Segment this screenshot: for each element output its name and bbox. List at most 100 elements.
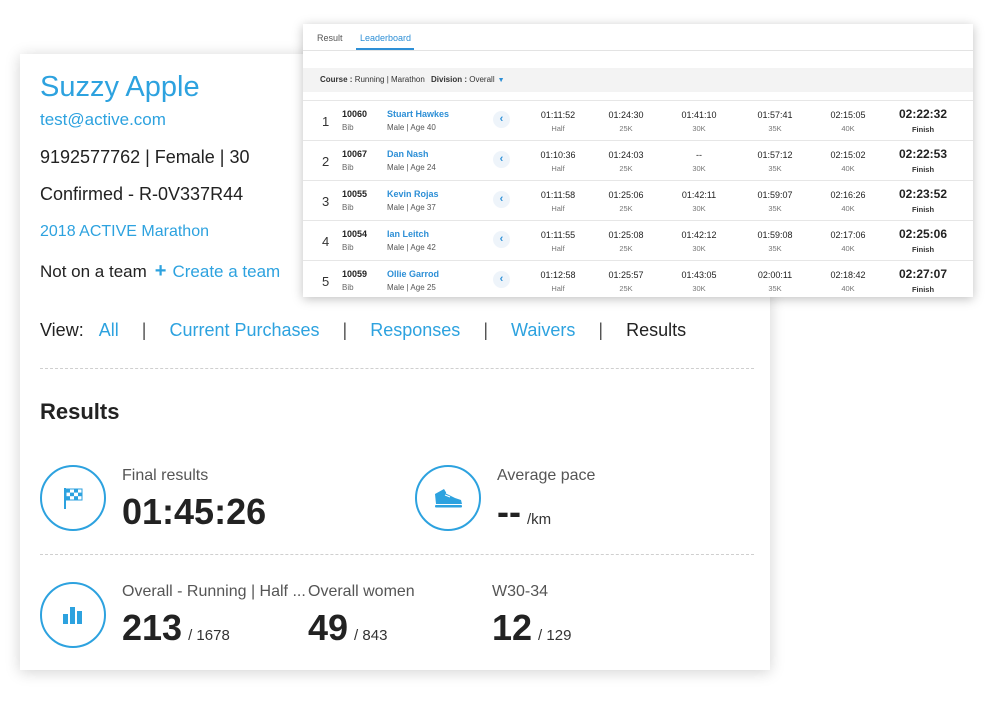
row-bib-label: Bib [342, 203, 354, 212]
pace-unit: /km [526, 511, 552, 528]
split-40k: 02:17:06 [830, 230, 866, 240]
split-half-label: Half [551, 124, 565, 133]
view-waivers-link[interactable]: Waivers [511, 320, 575, 340]
split-half: 01:11:55 [540, 230, 576, 240]
split-25k: 01:25:08 [608, 230, 644, 240]
ranking-women-value: 49 / 843 [308, 607, 387, 649]
finish-time: 02:27:07 [898, 267, 948, 281]
row-runner-name[interactable]: Kevin Rojas [387, 189, 439, 199]
split-30k: -- [696, 150, 702, 160]
average-pace-label: Average pace [497, 467, 596, 484]
row-runner-name[interactable]: Ian Leitch [387, 229, 429, 239]
tab-result[interactable]: Result [317, 33, 343, 43]
row-runner-meta: Male | Age 42 [387, 243, 436, 252]
row-runner-meta: Male | Age 25 [387, 283, 436, 292]
row-runner-name[interactable]: Ollie Garrod [387, 269, 439, 279]
split-30k: 01:43:05 [681, 270, 717, 280]
split-30k-label: 30K [692, 124, 706, 133]
finish-time: 02:23:52 [898, 187, 948, 201]
final-results-time: 01:45:26 [122, 491, 267, 532]
ranking-overall-label: Overall - Running | Half ... [122, 583, 306, 600]
divider [40, 554, 754, 555]
split-30k-label: 30K [692, 204, 706, 213]
participant-email[interactable]: test@active.com [40, 110, 166, 130]
split-40k-label: 40K [841, 204, 855, 213]
ranking-age-group-value: 12 / 129 [492, 607, 571, 649]
team-row: Not on a team + Create a team [40, 260, 280, 283]
split-40k: 02:15:05 [830, 110, 866, 120]
split-40k: 02:16:26 [830, 190, 866, 200]
split-25k: 01:25:06 [608, 190, 644, 200]
view-separator: | [141, 320, 147, 340]
split-40k-label: 40K [841, 164, 855, 173]
row-rank: 4 [322, 234, 330, 249]
split-half-label: Half [551, 284, 565, 293]
view-all-link[interactable]: All [99, 320, 119, 340]
view-responses-link[interactable]: Responses [370, 320, 460, 340]
ranking-women-label: Overall women [308, 583, 415, 600]
finish-label: Finish [911, 245, 935, 254]
split-35k: 01:59:08 [757, 230, 793, 240]
split-25k-label: 25K [619, 284, 633, 293]
split-40k: 02:18:42 [830, 270, 866, 280]
tab-leaderboard[interactable]: Leaderboard [360, 33, 411, 43]
split-25k-label: 25K [619, 244, 633, 253]
row-runner-name[interactable]: Stuart Hawkes [387, 109, 449, 119]
table-row[interactable]: 5 10059 Bib Ollie Garrod Male | Age 25 ‹ 01:12… [303, 260, 973, 301]
tab-bar: Result Leaderboard [303, 24, 973, 51]
table-row[interactable]: 2 10067 Bib Dan Nash Male | Age 24 ‹ 01:10:36 H… [303, 140, 973, 181]
table-row[interactable]: 4 10054 Bib Ian Leitch Male | Age 42 ‹ 01:11:5… [303, 220, 973, 261]
chevron-left-icon[interactable]: ‹ [493, 231, 510, 248]
row-bib: 10060 [342, 109, 368, 119]
row-rank: 2 [322, 154, 330, 169]
course-filter[interactable]: Course : Running | Marathon [320, 75, 425, 84]
split-35k-label: 35K [768, 204, 782, 213]
split-40k-label: 40K [841, 244, 855, 253]
view-label: View: [40, 320, 84, 340]
split-30k: 01:42:11 [681, 190, 717, 200]
table-row[interactable]: 3 10055 Bib Kevin Rojas Male | Age 37 ‹ 01:11:… [303, 180, 973, 221]
split-40k-label: 40K [841, 284, 855, 293]
view-separator: | [342, 320, 348, 340]
ranking-age-group-total: / 129 [538, 627, 572, 644]
divider [40, 368, 754, 369]
row-bib-label: Bib [342, 123, 354, 132]
chevron-left-icon[interactable]: ‹ [493, 151, 510, 168]
participant-name: Suzzy Apple [40, 71, 200, 103]
view-separator: | [598, 320, 604, 340]
split-half-label: Half [551, 204, 565, 213]
finish-label: Finish [911, 205, 935, 214]
finish-label: Finish [911, 125, 935, 134]
split-35k: 02:00:11 [757, 270, 793, 280]
plus-icon[interactable]: + [155, 260, 167, 282]
finish-time: 02:22:53 [898, 147, 948, 161]
split-35k: 01:59:07 [757, 190, 793, 200]
split-half: 01:11:52 [540, 110, 576, 120]
split-25k-label: 25K [619, 164, 633, 173]
leaderboard-panel: Result Leaderboard Course : Running | Ma… [303, 24, 973, 297]
caret-down-icon[interactable]: ▼ [498, 77, 505, 84]
finish-time: 02:22:32 [898, 107, 948, 121]
split-40k-label: 40K [841, 124, 855, 133]
row-runner-meta: Male | Age 24 [387, 163, 436, 172]
finish-time: 02:25:06 [898, 227, 948, 241]
chevron-left-icon[interactable]: ‹ [493, 191, 510, 208]
running-shoe-icon [415, 465, 481, 531]
pace-value: -- [497, 491, 521, 532]
row-runner-name[interactable]: Dan Nash [387, 149, 429, 159]
split-30k-label: 30K [692, 284, 706, 293]
split-35k-label: 35K [768, 164, 782, 173]
create-team-link[interactable]: Create a team [172, 262, 280, 281]
view-current-purchases-link[interactable]: Current Purchases [169, 320, 319, 340]
split-30k: 01:42:12 [681, 230, 717, 240]
split-35k: 01:57:41 [757, 110, 793, 120]
table-row[interactable]: 1 10060 Bib Stuart Hawkes Male | Age 40 ‹ 01:1… [303, 100, 973, 141]
split-25k: 01:25:57 [608, 270, 644, 280]
division-filter[interactable]: Division : Overall ▼ [431, 75, 505, 84]
view-nav: View: All | Current Purchases | Response… [40, 320, 686, 341]
chevron-left-icon[interactable]: ‹ [493, 111, 510, 128]
ranking-women-total: / 843 [354, 627, 388, 644]
chevron-left-icon[interactable]: ‹ [493, 271, 510, 288]
split-35k: 01:57:12 [757, 150, 793, 160]
event-link[interactable]: 2018 ACTIVE Marathon [40, 223, 209, 241]
